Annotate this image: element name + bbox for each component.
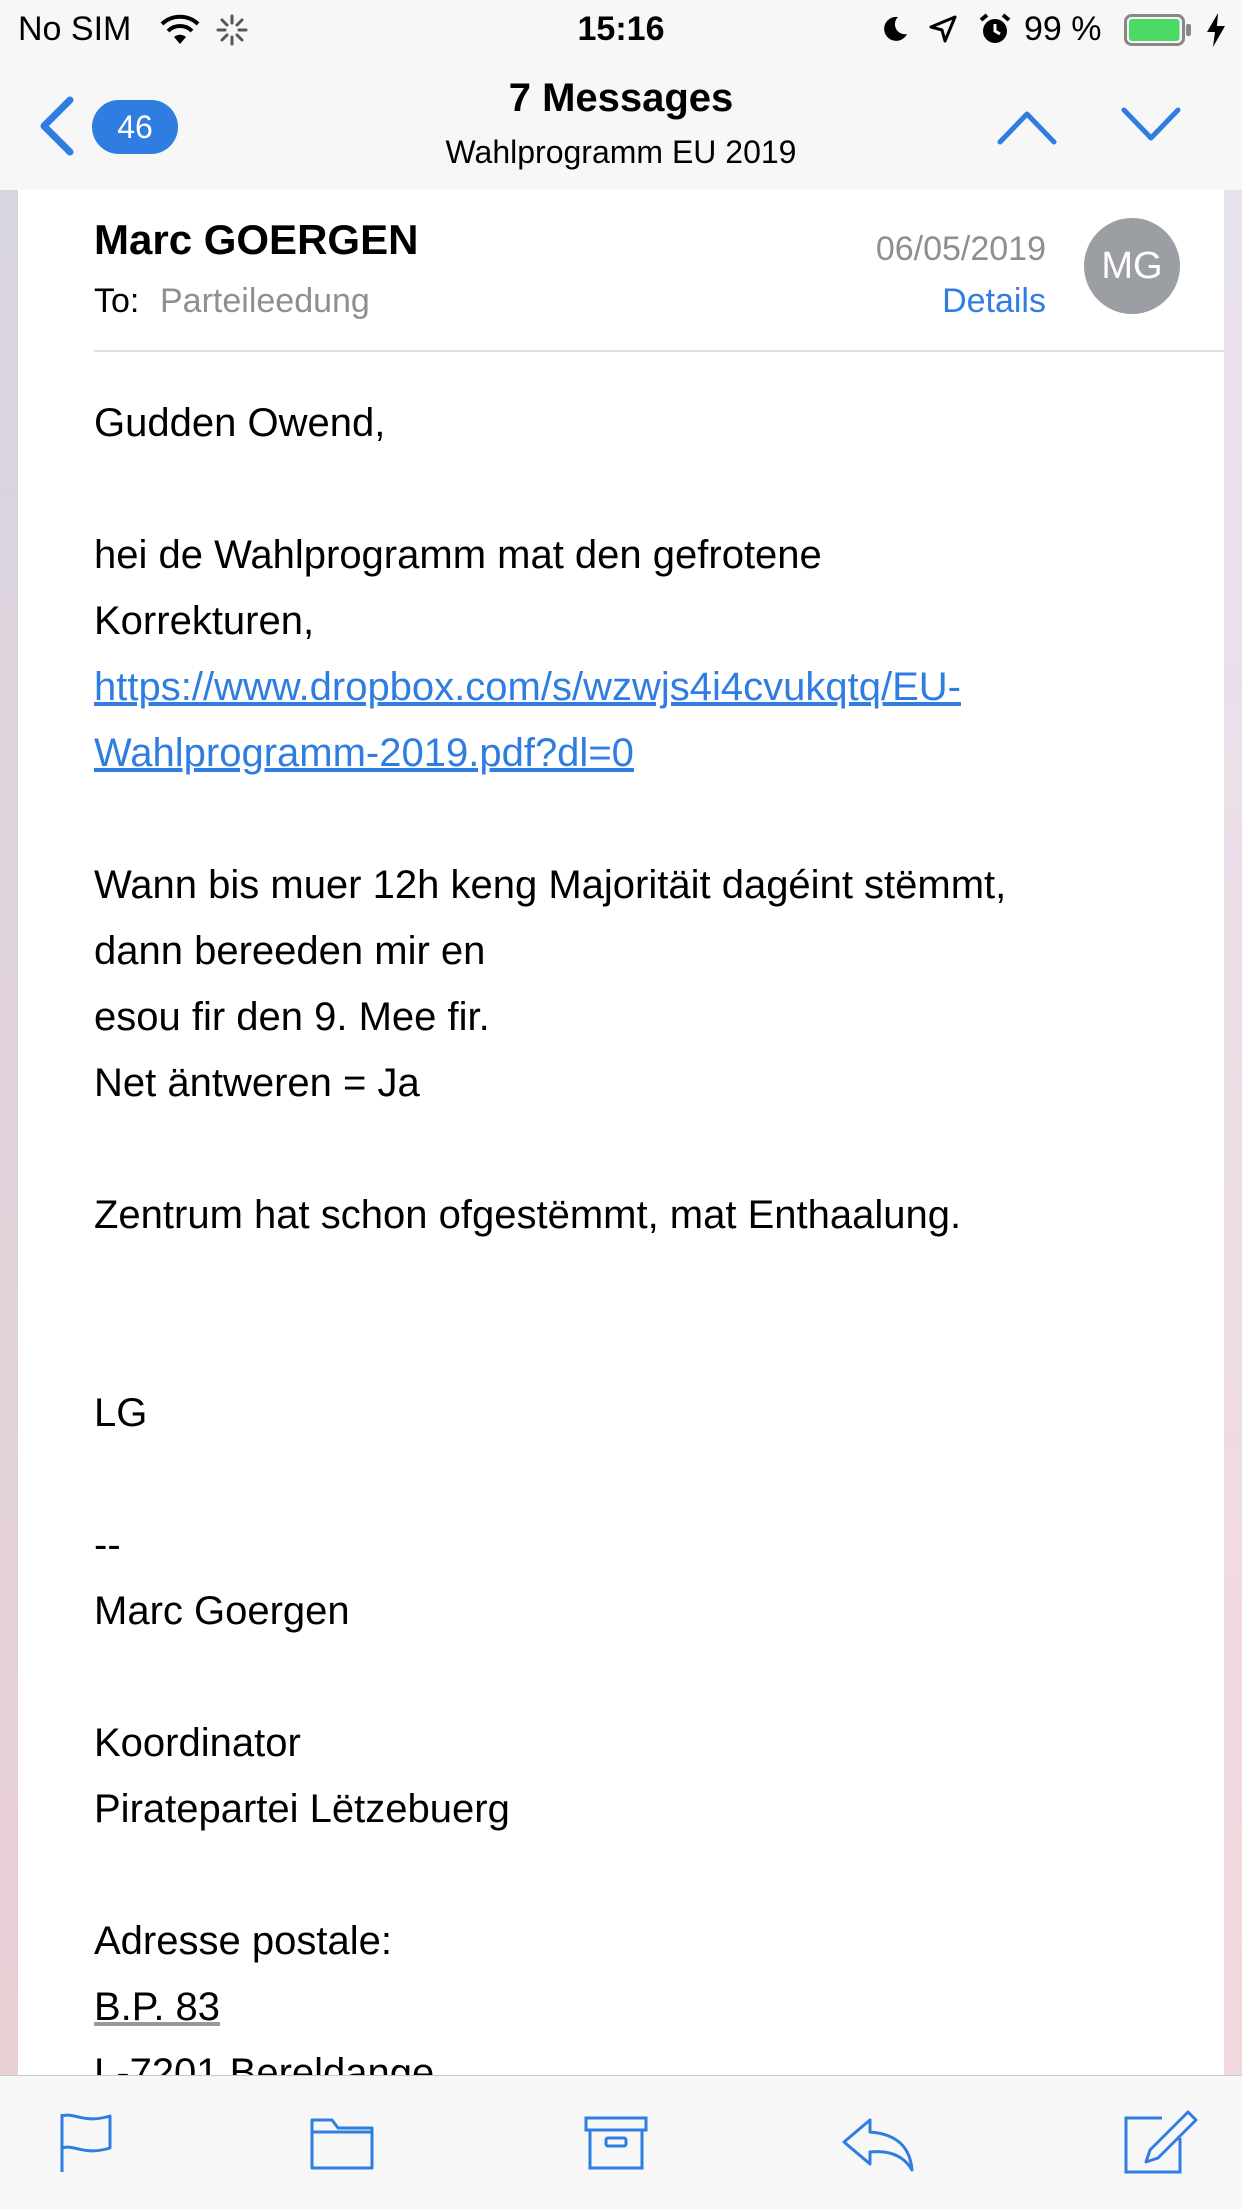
address-label: Adresse postale:	[94, 1919, 392, 1963]
signature-name: Marc Goergen	[94, 1589, 350, 1633]
body-line: Korrekturen,	[94, 599, 315, 643]
body-line: esou fir den 9. Mee fir.	[94, 995, 490, 1039]
status-bar: No SIM 15:16 99 %	[0, 0, 1242, 62]
charging-bolt-icon	[1207, 13, 1225, 47]
message-date: 06/05/2019	[875, 230, 1046, 268]
sender-name[interactable]: Marc GOERGEN	[94, 216, 418, 264]
address-po-box[interactable]: B.P. 83	[94, 1985, 220, 2029]
previous-message-chevron-up-icon[interactable]	[996, 106, 1058, 146]
address-city: L-7201 Bereldange	[94, 2051, 435, 2075]
alarm-icon	[979, 13, 1011, 43]
battery-percent: 99 %	[1024, 10, 1102, 48]
body-line: Zentrum hat schon ofgestëmmt, mat Enthaa…	[94, 1193, 962, 1237]
folder-icon[interactable]	[310, 2110, 374, 2174]
signature-organization: Piratepartei Lëtzebuerg	[94, 1787, 510, 1831]
next-message-chevron-down-icon[interactable]	[1120, 106, 1182, 146]
message-card: Marc GOERGEN To: Parteileedung 06/05/201…	[18, 190, 1224, 2075]
battery-icon	[1124, 14, 1191, 46]
to-label: To:	[94, 282, 140, 320]
header-divider	[94, 350, 1224, 352]
do-not-disturb-icon	[884, 16, 907, 41]
body-line: dann bereeden mir en	[94, 929, 486, 973]
dropbox-link[interactable]: https://www.dropbox.com/s/wzwjs4i4cvukqt…	[94, 665, 961, 709]
body-line: hei de Wahlprogramm mat den gefrotene	[94, 533, 822, 577]
background-card-edge	[1224, 190, 1242, 2075]
recipient-name[interactable]: Parteileedung	[160, 282, 370, 321]
body-line: Gudden Owend,	[94, 401, 386, 445]
flag-icon[interactable]	[54, 2110, 118, 2174]
avatar[interactable]: MG	[1084, 218, 1180, 314]
signature-role: Koordinator	[94, 1721, 301, 1765]
body-line: Net äntweren = Ja	[94, 1061, 420, 1105]
body-line: Wann bis muer 12h keng Majoritäit dagéin…	[94, 863, 1007, 907]
bottom-toolbar	[0, 2075, 1242, 2209]
reply-icon[interactable]	[840, 2110, 916, 2174]
location-arrow-icon	[929, 15, 957, 43]
signature-separator: --	[94, 1523, 121, 1567]
details-link[interactable]: Details	[942, 282, 1046, 321]
compose-icon[interactable]	[1122, 2110, 1198, 2174]
background-card-edge	[0, 190, 18, 2075]
navigation-bar: 46 7 Messages Wahlprogramm EU 2019	[0, 62, 1242, 191]
archive-icon[interactable]	[584, 2110, 648, 2174]
body-line: LG	[94, 1391, 148, 1435]
dropbox-link-continued[interactable]: Wahlprogramm-2019.pdf?dl=0	[94, 731, 634, 775]
message-body: Gudden Owend, hei de Wahlprogramm mat de…	[94, 390, 1174, 2075]
